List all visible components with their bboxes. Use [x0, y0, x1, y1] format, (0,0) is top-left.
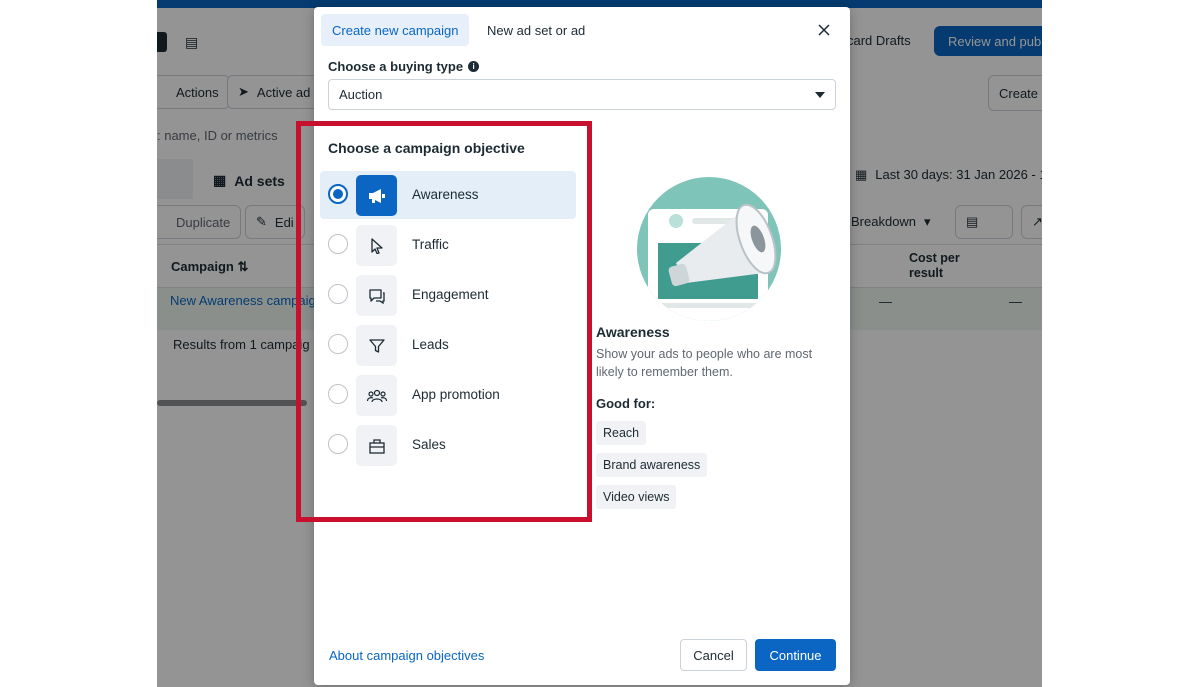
good-for-chip: Video views: [596, 485, 677, 509]
chevron-down-icon: [815, 91, 825, 98]
cancel-button[interactable]: Cancel: [680, 639, 747, 671]
buying-type-label: Choose a buying type: [328, 59, 464, 74]
objective-detail-description: Show your ads to people who are most lik…: [596, 347, 813, 379]
buying-type-heading: Choose a buying type i: [328, 59, 480, 74]
tab-create-new-campaign[interactable]: Create new campaign: [321, 14, 470, 46]
good-for-chip: Brand awareness: [596, 453, 708, 477]
close-icon: [818, 24, 830, 36]
info-icon[interactable]: i: [468, 61, 480, 72]
continue-button[interactable]: Continue: [755, 639, 836, 671]
good-for-heading: Good for:: [596, 396, 656, 411]
close-button[interactable]: [814, 20, 834, 40]
buying-type-select[interactable]: Auction: [328, 79, 836, 110]
objective-detail-title: Awareness: [596, 324, 670, 340]
tab-new-ad-set-or-ad[interactable]: New ad set or ad: [487, 14, 585, 46]
about-campaign-objectives-link[interactable]: About campaign objectives: [329, 648, 484, 663]
awareness-illustration: [636, 173, 788, 323]
buying-type-value: Auction: [339, 87, 383, 102]
good-for-chip: Reach: [596, 421, 647, 445]
objective-highlight-box: [296, 121, 592, 522]
